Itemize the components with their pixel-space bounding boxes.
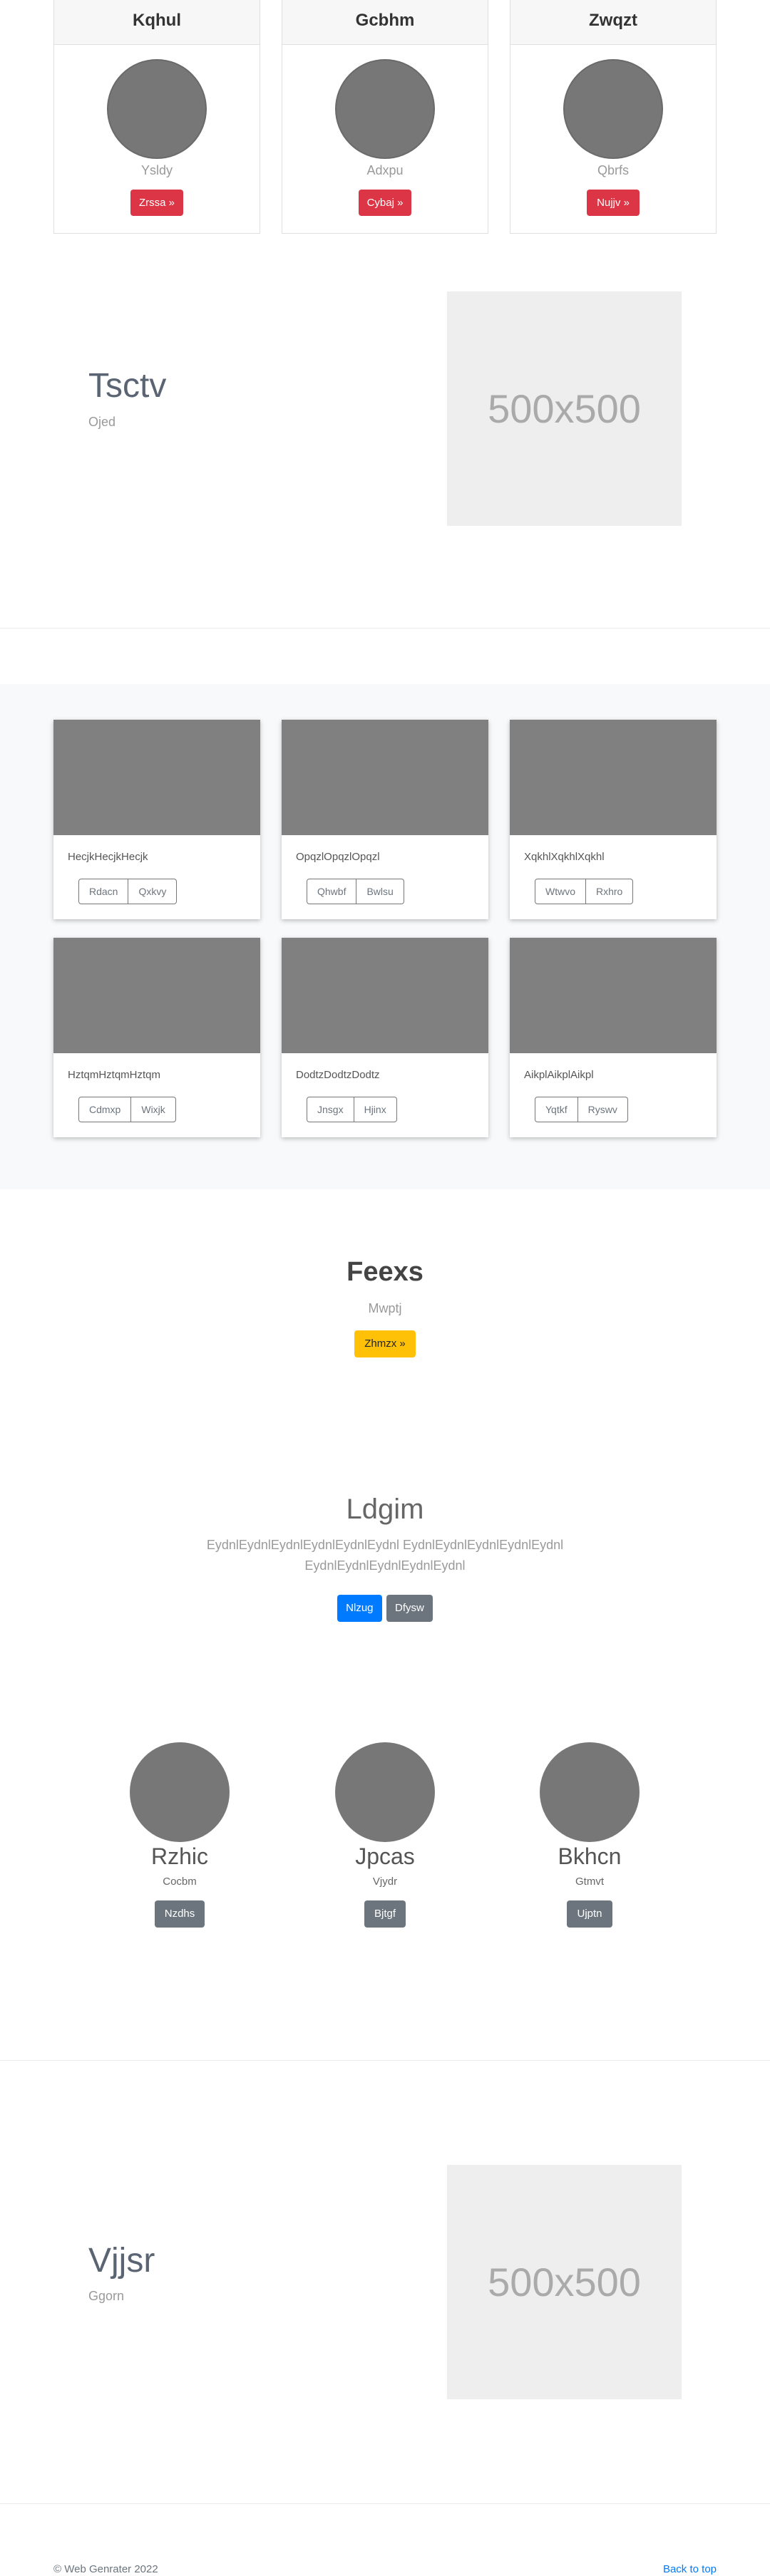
team-member: Jpcas Vjydr Bjtgf (321, 1742, 449, 1928)
member-button[interactable]: Bjtgf (364, 1900, 406, 1928)
album-card: XqkhlXqkhlXqkhl Wtwvo Rxhro (510, 720, 717, 919)
edit-button[interactable]: Rxhro (586, 879, 634, 904)
edit-button[interactable]: Qxkvy (128, 879, 178, 904)
thumbnail (510, 720, 717, 835)
hero-title: Ldgim (346, 1494, 424, 1525)
team-member: Rzhic Cocbm Nzdhs (115, 1742, 244, 1928)
profile-card: Kqhul Ysldy Zrssa » (53, 0, 260, 234)
view-button[interactable]: Wtwvo (535, 879, 586, 904)
button-group: Wtwvo Rxhro (535, 879, 634, 904)
hero-buttons: Nlzug Dfysw (0, 1595, 770, 1622)
copyright: © Web Genrater 2022 (53, 2563, 158, 2575)
button-group: Cdmxp Wixjk (78, 1097, 176, 1122)
feature-subtitle: Ojed (88, 415, 116, 429)
card-button[interactable]: Cybaj » (359, 190, 411, 216)
button-group: Qhwbf Bwlsu (307, 879, 404, 904)
avatar (540, 1742, 640, 1842)
card-text: DodtzDodtzDodtz (296, 1069, 380, 1081)
edit-button[interactable]: Bwlsu (356, 879, 404, 904)
edit-button[interactable]: Ryswv (578, 1097, 628, 1122)
view-button[interactable]: Jnsgx (307, 1097, 354, 1122)
edit-button[interactable]: Wixjk (131, 1097, 176, 1122)
card-button[interactable]: Zrssa » (130, 190, 183, 216)
avatar (107, 59, 207, 159)
member-role: Vjydr (372, 1876, 398, 1888)
cta-title: Feexs (346, 1257, 423, 1287)
card-subtitle: Ysldy (140, 163, 173, 177)
avatar (130, 1742, 230, 1842)
card-text: HecjkHecjkHecjk (68, 851, 148, 863)
card-text: AikplAikplAikpl (524, 1069, 594, 1081)
member-role: Gtmvt (575, 1876, 604, 1888)
member-button[interactable]: Nzdhs (154, 1900, 205, 1928)
thumbnail (510, 938, 717, 1053)
placeholder-image: 500x500 (447, 291, 682, 526)
feature-title: Vjjsr (88, 2242, 155, 2280)
edit-button[interactable]: Hjinx (354, 1097, 397, 1122)
feature-subtitle: Ggorn (88, 2289, 125, 2303)
member-name: Bkhcn (558, 1843, 622, 1869)
avatar (335, 59, 435, 159)
team-member: Bkhcn Gtmvt Ujptn (525, 1742, 654, 1928)
cta-button-wrap: Zhmzx » (0, 1330, 770, 1357)
card-text: OpqzlOpqzlOpqzl (296, 851, 380, 863)
card-title: Zwqzt (510, 0, 716, 45)
button-group: Yqtkf Ryswv (535, 1097, 628, 1122)
card-text: XqkhlXqkhlXqkhl (524, 851, 605, 863)
card-title: Gcbhm (282, 0, 488, 45)
thumbnail (282, 938, 488, 1053)
album-section: HecjkHecjkHecjk Rdacn Qxkvy OpqzlOpqzlOp… (0, 684, 770, 1189)
primary-button[interactable]: Nlzug (337, 1595, 382, 1622)
thumbnail (53, 720, 260, 835)
thumbnail (282, 720, 488, 835)
button-group: Rdacn Qxkvy (78, 879, 178, 904)
view-button[interactable]: Yqtkf (535, 1097, 578, 1122)
hero-text-line2: EydnlEydnlEydnlEydnlEydnl (304, 1558, 466, 1573)
card-subtitle: Qbrfs (597, 163, 629, 177)
card-row: Kqhul Ysldy Zrssa » Gcbhm Adxpu Cybaj » … (53, 0, 717, 234)
footer: © Web Genrater 2022 Back to top (0, 2503, 770, 2576)
cta-button[interactable]: Zhmzx » (354, 1330, 416, 1357)
album-card: DodtzDodtzDodtz Jnsgx Hjinx (282, 938, 488, 1137)
placeholder-image: 500x500 (447, 2165, 682, 2399)
profile-card: Zwqzt Qbrfs Nujjv » (510, 0, 717, 234)
back-to-top-link[interactable]: Back to top (642, 2563, 717, 2575)
avatar (335, 1742, 435, 1842)
view-button[interactable]: Rdacn (78, 879, 129, 904)
divider (0, 2060, 770, 2061)
card-title: Kqhul (54, 0, 260, 45)
member-name: Rzhic (150, 1843, 208, 1869)
card-text: HztqmHztqmHztqm (68, 1069, 161, 1081)
album-card: HecjkHecjkHecjk Rdacn Qxkvy (53, 720, 260, 919)
secondary-button[interactable]: Dfysw (386, 1595, 433, 1622)
album-card: AikplAikplAikpl Yqtkf Ryswv (510, 938, 717, 1137)
member-name: Jpcas (355, 1843, 415, 1869)
view-button[interactable]: Cdmxp (78, 1097, 132, 1122)
hero-text-line1: EydnlEydnlEydnlEydnlEydnlEydnl EydnlEydn… (206, 1538, 564, 1552)
feature-title: Tsctv (88, 367, 167, 405)
thumbnail (53, 938, 260, 1053)
profile-card: Gcbhm Adxpu Cybaj » (282, 0, 488, 234)
cta-subtitle: Mwptj (368, 1301, 402, 1315)
divider (0, 628, 770, 629)
album-card: HztqmHztqmHztqm Cdmxp Wixjk (53, 938, 260, 1137)
album-card: OpqzlOpqzlOpqzl Qhwbf Bwlsu (282, 720, 488, 919)
card-subtitle: Adxpu (366, 163, 404, 177)
member-role: Cocbm (163, 1876, 197, 1888)
button-group: Jnsgx Hjinx (307, 1097, 397, 1122)
avatar (563, 59, 663, 159)
view-button[interactable]: Qhwbf (307, 879, 357, 904)
card-button[interactable]: Nujjv » (587, 190, 640, 216)
member-button[interactable]: Ujptn (567, 1900, 612, 1928)
